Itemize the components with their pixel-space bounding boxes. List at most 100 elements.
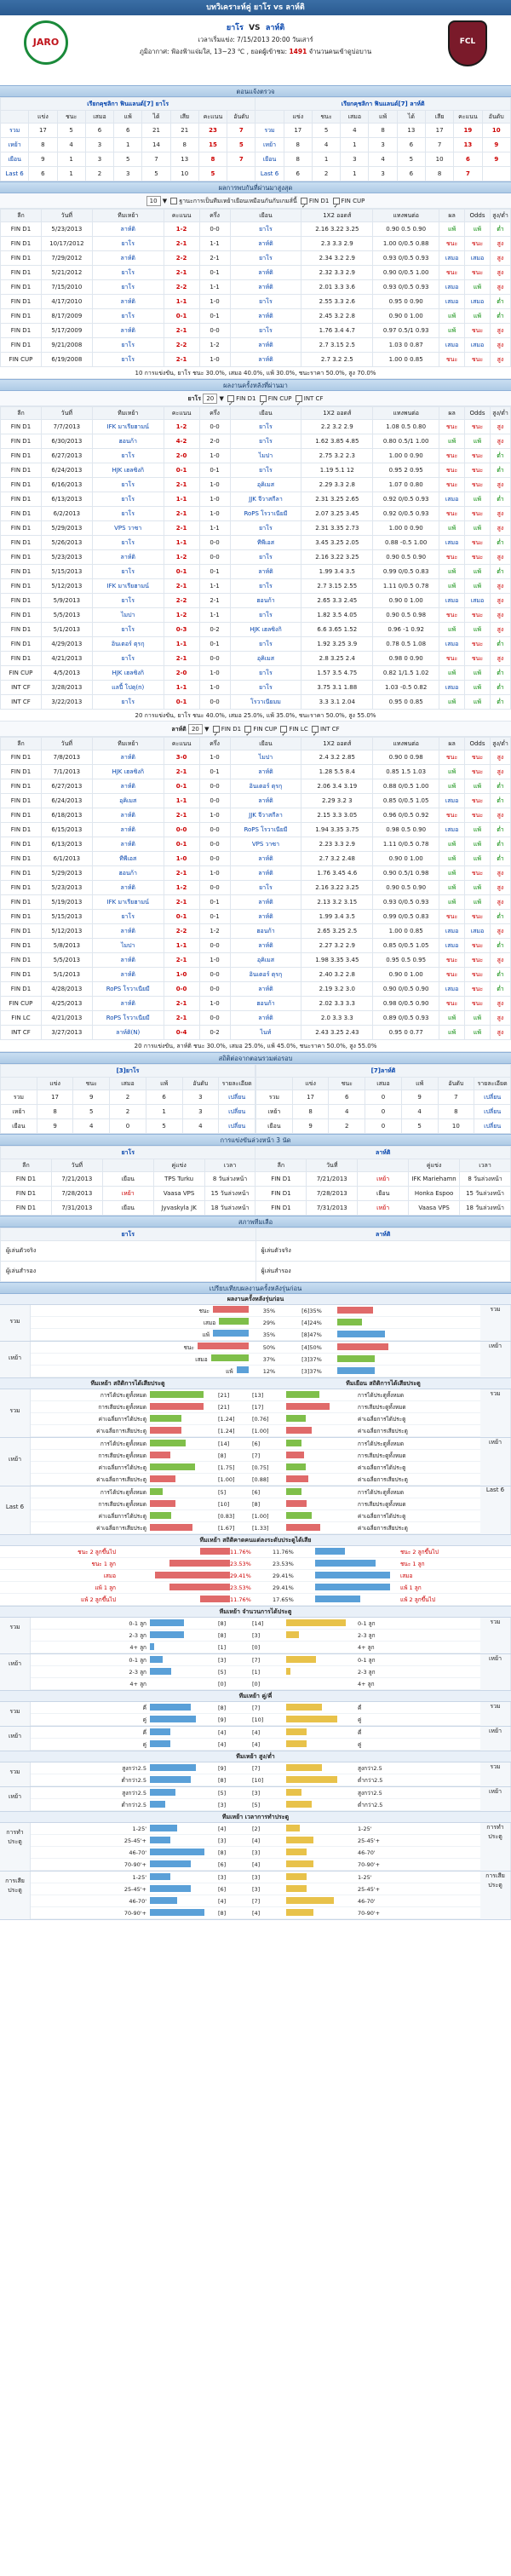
- recent-away-count-select[interactable]: 20: [187, 724, 203, 734]
- ra-comp1-checkbox[interactable]: ✓: [244, 726, 252, 738]
- match-cell[interactable]: 0.95 0.5 0.95: [372, 952, 440, 968]
- match-cell[interactable]: 1.00 0/0.5 0.88: [372, 236, 440, 251]
- match-cell[interactable]: 0.88 -0.5 1.00: [372, 535, 440, 550]
- match-cell[interactable]: ไนท์: [229, 1025, 302, 1040]
- match-cell[interactable]: 6.6 3.65 1.52: [301, 622, 374, 637]
- match-cell[interactable]: RoPS โรวาเนียมี: [91, 1010, 164, 1026]
- upcoming-away-cell[interactable]: IFK Mariehamn: [408, 1171, 461, 1187]
- match-cell[interactable]: ยาโร: [91, 352, 164, 367]
- match-cell[interactable]: อุคิเมส: [229, 651, 302, 666]
- match-cell[interactable]: 2.65 3.3 2.45: [301, 593, 374, 608]
- match-cell[interactable]: ไมปา: [91, 938, 164, 953]
- match-cell[interactable]: 1.99 3.4 3.5: [301, 564, 374, 579]
- match-cell[interactable]: 1.00 0 0.90: [372, 520, 440, 536]
- match-cell[interactable]: ลาห์ติ: [91, 967, 164, 982]
- match-cell[interactable]: 1.99 3.4 3.5: [301, 909, 374, 924]
- match-cell[interactable]: 0.96 0/0.5 0.92: [372, 808, 440, 823]
- match-cell[interactable]: ลาห์ติ: [91, 294, 164, 309]
- match-cell[interactable]: 2.16 3.22 3.25: [301, 549, 374, 565]
- upcoming-home-cell[interactable]: TPS Turku: [152, 1171, 205, 1187]
- match-cell[interactable]: IFK มาเรียฮามน์: [91, 578, 164, 594]
- h2h-count-select[interactable]: 10: [146, 196, 161, 206]
- match-cell[interactable]: อินเตอร์ ตุรกุ: [229, 779, 302, 794]
- match-cell[interactable]: 0.98 0.5 0.90: [372, 822, 440, 837]
- upcoming-home-cell[interactable]: Vaasa VPS: [152, 1186, 205, 1201]
- match-cell[interactable]: ยาโร: [229, 463, 302, 478]
- match-cell[interactable]: 2.23 3.3 2.9: [301, 837, 374, 852]
- match-cell[interactable]: ลาห์ติ: [229, 894, 302, 910]
- match-cell[interactable]: ไมปา: [229, 750, 302, 765]
- match-cell[interactable]: 0.88 0/0.5 1.00: [372, 779, 440, 794]
- match-cell[interactable]: ลาห์ติ: [229, 236, 302, 251]
- match-cell[interactable]: ลาห์ติ: [91, 923, 164, 939]
- match-cell[interactable]: VPS วาซา: [229, 837, 302, 852]
- match-cell[interactable]: ลาห์ติ: [91, 779, 164, 794]
- match-cell[interactable]: ลาห์ติ: [91, 996, 164, 1011]
- match-cell[interactable]: 0.90 0.5 0.90: [372, 549, 440, 565]
- match-cell[interactable]: ยาโร: [91, 236, 164, 251]
- match-cell[interactable]: 0.90 0 0.98: [372, 750, 440, 765]
- match-cell[interactable]: 2.13 3.2 3.15: [301, 894, 374, 910]
- match-cell[interactable]: RoPS โรวาเนียมี: [229, 822, 302, 837]
- match-cell[interactable]: 0.85 0/0.5 1.05: [372, 793, 440, 808]
- match-cell[interactable]: ยาโร: [91, 477, 164, 492]
- match-cell[interactable]: 1.00 0 0.85: [372, 352, 440, 367]
- upcoming-away-cell[interactable]: Vaasa VPS: [408, 1200, 461, 1216]
- home-team-name[interactable]: ยาโร: [227, 24, 244, 32]
- match-cell[interactable]: ยาโร: [229, 250, 302, 266]
- match-cell[interactable]: ลาห์ติ: [229, 337, 302, 353]
- match-cell[interactable]: 2.75 3.2 2.3: [301, 448, 374, 463]
- match-cell[interactable]: ลาห์ติ: [229, 865, 302, 881]
- match-cell[interactable]: ยาโร: [91, 337, 164, 353]
- same-venue-checkbox[interactable]: [170, 198, 178, 204]
- match-cell[interactable]: 1.03 -0.5 0.82: [372, 680, 440, 695]
- match-cell[interactable]: 2.31 3.25 2.65: [301, 492, 374, 507]
- match-cell[interactable]: ลาห์ติ: [229, 851, 302, 866]
- match-cell[interactable]: ยาโร: [229, 680, 302, 695]
- match-cell[interactable]: 1.57 3.5 4.75: [301, 665, 374, 681]
- match-cell[interactable]: ยาโร: [229, 221, 302, 237]
- away-team-logo[interactable]: FCL: [448, 20, 487, 66]
- match-cell[interactable]: ฮอนก้า: [91, 434, 164, 449]
- match-cell[interactable]: 2.01 3.3 3.6: [301, 279, 374, 295]
- match-cell[interactable]: ยาโร: [229, 323, 302, 338]
- homeaway-cell[interactable]: เปลี่ยน: [218, 1118, 256, 1134]
- fin-cup-checkbox[interactable]: ✓: [332, 198, 340, 210]
- match-cell[interactable]: ยาโร: [91, 564, 164, 579]
- match-cell[interactable]: IFK มาเรียฮามน์: [91, 894, 164, 910]
- match-cell[interactable]: ลาห์ติ: [229, 981, 302, 997]
- match-cell[interactable]: 0.85 0/0.5 1.05: [372, 938, 440, 953]
- match-cell[interactable]: ยาโร: [229, 665, 302, 681]
- match-cell[interactable]: ฮอนก้า: [91, 865, 164, 881]
- match-cell[interactable]: ลาห์ติ: [91, 549, 164, 565]
- match-cell[interactable]: ลาห์ติ(N): [91, 1025, 164, 1040]
- match-cell[interactable]: ลาห์ติ: [229, 793, 302, 808]
- match-cell[interactable]: ยาโร: [91, 506, 164, 521]
- match-cell[interactable]: ไมปา: [91, 607, 164, 623]
- match-cell[interactable]: VPS วาซา: [91, 520, 164, 536]
- match-cell[interactable]: 0.98 0/0.5 0.90: [372, 996, 440, 1011]
- match-cell[interactable]: ยาโร: [229, 294, 302, 309]
- homeaway-cell[interactable]: เปลี่ยน: [474, 1104, 511, 1119]
- match-cell[interactable]: 0.97 0.5/1 0.93: [372, 323, 440, 338]
- match-cell[interactable]: ยาโร: [91, 622, 164, 637]
- match-cell[interactable]: 2.7 3.15 2.5: [301, 337, 374, 353]
- match-cell[interactable]: อุคิเมส: [91, 793, 164, 808]
- match-cell[interactable]: 1.92 3.25 3.9: [301, 636, 374, 652]
- match-cell[interactable]: 1.82 3.5 4.05: [301, 607, 374, 623]
- match-cell[interactable]: 0.90 0.5 0.90: [372, 221, 440, 237]
- match-cell[interactable]: ทีพีเอส: [91, 851, 164, 866]
- match-cell[interactable]: ลาห์ติ: [229, 265, 302, 280]
- match-cell[interactable]: 3.45 3.25 2.05: [301, 535, 374, 550]
- match-cell[interactable]: 1.00 0 0.85: [372, 923, 440, 939]
- match-cell[interactable]: 0.95 2 0.95: [372, 463, 440, 478]
- match-cell[interactable]: อินเตอร์ ตุรกุ: [91, 636, 164, 652]
- rh-comp2-checkbox[interactable]: ✓: [295, 395, 302, 407]
- upcoming-away-cell[interactable]: Honka Espoo: [408, 1186, 461, 1201]
- match-cell[interactable]: JJK จีวาสกีลา: [229, 808, 302, 823]
- match-cell[interactable]: ยาโร: [91, 535, 164, 550]
- match-cell[interactable]: 2.7 3.15 2.55: [301, 578, 374, 594]
- match-cell[interactable]: ยาโร: [91, 279, 164, 295]
- home-team-logo[interactable]: JARO: [24, 20, 68, 65]
- match-cell[interactable]: ลาห์ติ: [229, 1010, 302, 1026]
